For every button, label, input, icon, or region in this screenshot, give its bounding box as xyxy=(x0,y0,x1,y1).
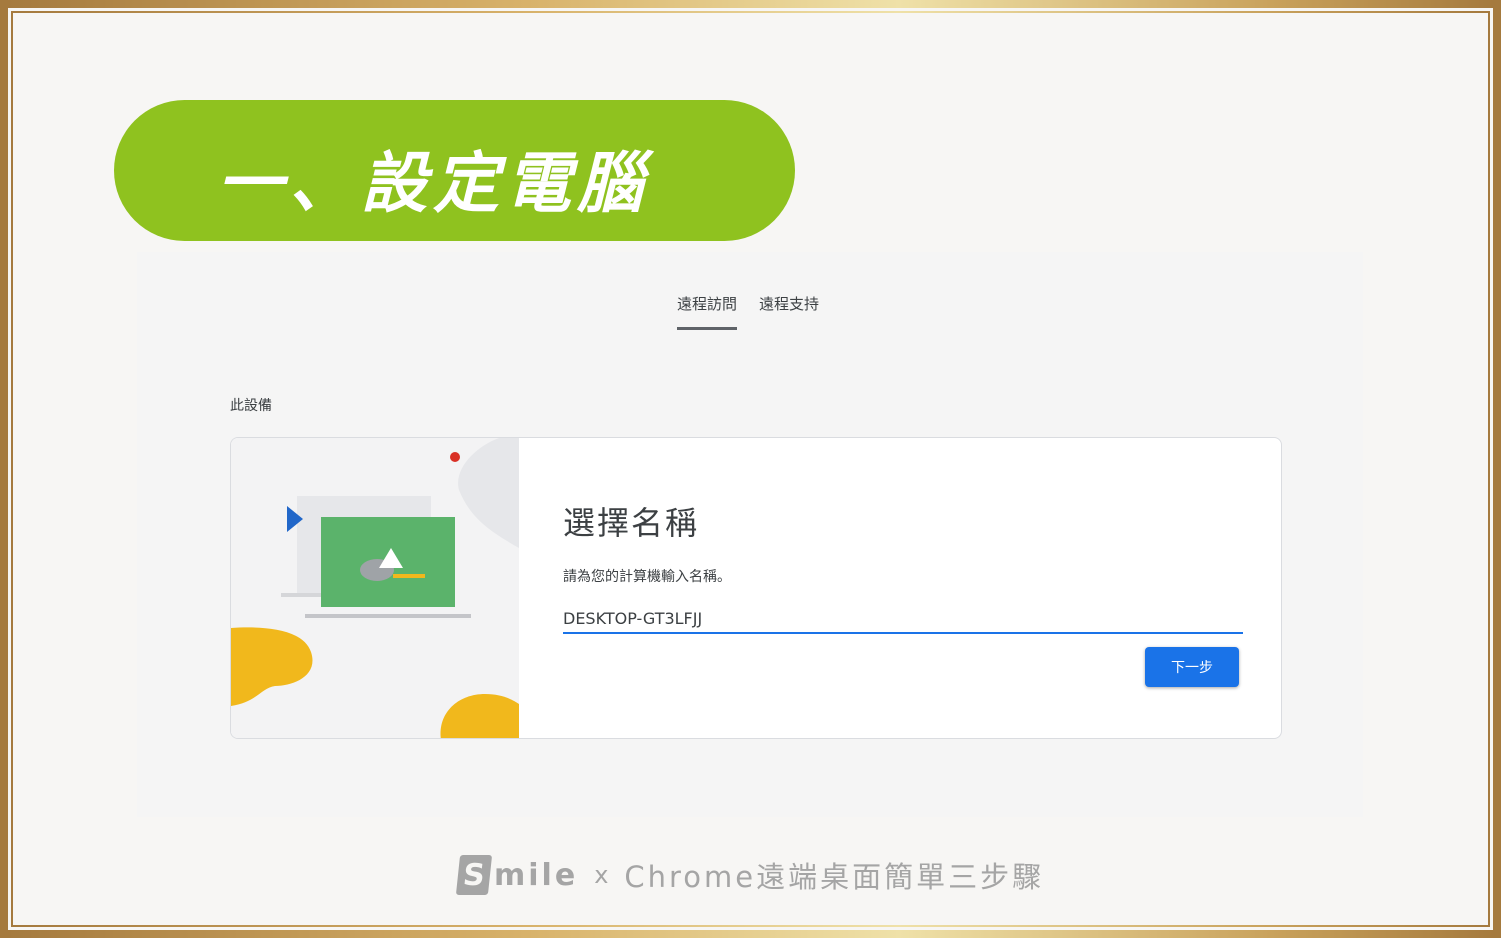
card-instruction: 請為您的計算機輸入名稱。 xyxy=(563,569,731,585)
yellow-bar-shape xyxy=(393,574,425,578)
footer-caption: S mile x Chrome遠端桌面簡單三步驟 xyxy=(455,852,1045,898)
computer-name-input[interactable] xyxy=(563,604,1243,634)
yellow-blob-bottom xyxy=(440,694,519,738)
card-title: 選擇名稱 xyxy=(563,504,700,542)
setup-card: 選擇名稱 請為您的計算機輸入名稱。 下一步 xyxy=(230,437,1282,739)
computer-illustration xyxy=(231,438,519,738)
red-dot xyxy=(450,452,460,462)
smile-logo-s: S xyxy=(455,855,493,895)
gray-blob-shape xyxy=(458,438,519,548)
footer-times-sign: x xyxy=(594,861,609,889)
section-label-this-device: 此設備 xyxy=(230,398,272,414)
remote-desktop-page: 遠程訪問 遠程支持 此設備 選擇名稱 請為您的計算機輸入名稱。 DESKTOP-… xyxy=(137,252,1363,817)
tab-remote-access[interactable]: 遠程訪問 xyxy=(677,292,738,330)
banner-title: 一、設定電腦 xyxy=(217,145,649,222)
title-banner: 一、設定電腦 xyxy=(114,100,795,241)
tab-remote-support[interactable]: 遠程支持 xyxy=(759,292,819,327)
laptop-base-shape xyxy=(305,614,471,618)
smile-logo-text: mile xyxy=(494,857,579,893)
tab-bar: 遠程訪問 遠程支持 xyxy=(677,292,819,330)
footer-subtitle: Chrome遠端桌面簡單三步驟 xyxy=(624,860,1045,894)
next-button[interactable]: 下一步 xyxy=(1145,647,1239,687)
illustration-graphic xyxy=(231,438,519,738)
card-content: 選擇名稱 請為您的計算機輸入名稱。 xyxy=(563,498,1243,634)
yellow-blob-left xyxy=(231,627,313,706)
